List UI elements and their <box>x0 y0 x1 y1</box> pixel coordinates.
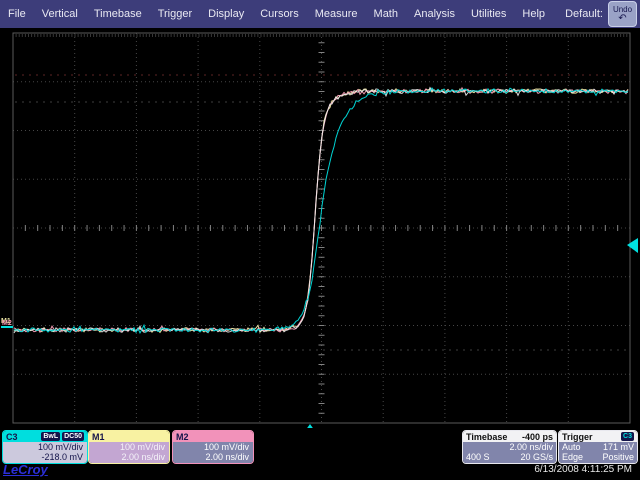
channel-m2-scale: 100 mV/div <box>177 442 249 452</box>
timebase-samples: 400 S <box>466 452 490 462</box>
trigger-source-badge: C3 <box>621 432 634 441</box>
scope-graticule: M1M2 <box>0 28 640 428</box>
trigger-mode: Auto <box>562 442 581 452</box>
menu-item-vertical[interactable]: Vertical <box>34 8 86 20</box>
menu-item-display[interactable]: Display <box>200 8 252 20</box>
undo-icon: ↶ <box>609 14 636 23</box>
timebase-box[interactable]: Timebase -400 ps 2.00 ns/div 400 S 20 GS… <box>462 430 557 464</box>
trigger-level-marker[interactable] <box>627 238 638 253</box>
channel-c3-scale: 100 mV/div <box>7 442 83 452</box>
trigger-slope: Positive <box>602 452 634 462</box>
channel-c3-label: C3 <box>6 432 18 442</box>
trigger-level: 171 mV <box>603 442 634 452</box>
menu-item-math[interactable]: Math <box>366 8 406 20</box>
timestamp: 6/13/2008 4:11:25 PM <box>534 464 632 475</box>
trigger-kind: Edge <box>562 452 583 462</box>
menu-item-measure[interactable]: Measure <box>307 8 366 20</box>
coupling-badge: DC50 <box>62 432 84 441</box>
channel-m1-scale: 100 mV/div <box>93 442 165 452</box>
channel-m1-label: M1 <box>92 432 105 442</box>
default-label: Default: <box>565 8 603 20</box>
waveform-display: M1M2 <box>0 28 640 428</box>
undo-button[interactable]: Undo ↶ <box>608 1 637 27</box>
oscilloscope-screen: File Vertical Timebase Trigger Display C… <box>0 0 640 480</box>
menu-item-analysis[interactable]: Analysis <box>406 8 463 20</box>
channel-m1-timebase: 2.00 ns/div <box>93 452 165 462</box>
channel-c3-offset: -218.0 mV <box>7 452 83 462</box>
svg-text:M2: M2 <box>2 320 12 327</box>
bandwidth-limit-badge: BwL <box>41 432 60 441</box>
menu-item-trigger[interactable]: Trigger <box>150 8 200 20</box>
channel-m2-label: M2 <box>176 432 189 442</box>
menu-item-timebase[interactable]: Timebase <box>86 8 150 20</box>
trigger-box[interactable]: Trigger C3 Auto 171 mV Edge Positive <box>558 430 638 464</box>
menu-item-help[interactable]: Help <box>514 8 553 20</box>
channel-m2-timebase: 2.00 ns/div <box>177 452 249 462</box>
channel-box-c3[interactable]: C3 BwL DC50 100 mV/div -218.0 mV <box>2 430 88 464</box>
menu-item-utilities[interactable]: Utilities <box>463 8 514 20</box>
timebase-scale: 2.00 ns/div <box>509 442 553 452</box>
menu-bar: File Vertical Timebase Trigger Display C… <box>0 0 640 28</box>
trace-left-labels: M1M2 <box>1 318 13 327</box>
timebase-delay: -400 ps <box>522 432 553 442</box>
channel-box-m1[interactable]: M1 100 mV/div 2.00 ns/div <box>88 430 170 464</box>
status-bar: C3 BwL DC50 100 mV/div -218.0 mV M1 100 … <box>0 428 640 480</box>
lecroy-logo: LeCroy <box>3 462 48 477</box>
timebase-rate: 20 GS/s <box>520 452 553 462</box>
menu-item-file[interactable]: File <box>0 8 34 20</box>
graticule-grid <box>13 33 630 423</box>
trigger-title: Trigger <box>562 432 593 442</box>
channel-box-m2[interactable]: M2 100 mV/div 2.00 ns/div <box>172 430 254 464</box>
timebase-title: Timebase <box>466 432 507 442</box>
menu-item-cursors[interactable]: Cursors <box>252 8 307 20</box>
